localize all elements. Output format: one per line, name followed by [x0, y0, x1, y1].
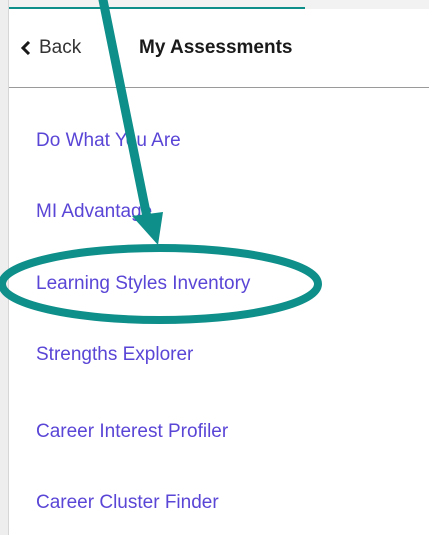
- menu-item-career-cluster-finder[interactable]: Career Cluster Finder: [36, 491, 219, 515]
- back-button[interactable]: Back: [39, 36, 81, 60]
- menu-item-mi-advantage[interactable]: MI Advantage: [36, 200, 152, 224]
- menu-item-career-interest-profiler[interactable]: Career Interest Profiler: [36, 420, 228, 444]
- panel-header: Back My Assessments: [9, 9, 429, 88]
- menu-item-learning-styles-inventory[interactable]: Learning Styles Inventory: [36, 272, 250, 296]
- left-gutter: [0, 0, 9, 535]
- menu-item-strengths-explorer[interactable]: Strengths Explorer: [36, 343, 193, 367]
- page-title: My Assessments: [139, 37, 293, 58]
- assessments-panel: Back My Assessments Do What You Are MI A…: [9, 9, 429, 535]
- menu-item-do-what-you-are[interactable]: Do What You Are: [36, 129, 181, 153]
- chevron-left-icon[interactable]: [19, 41, 33, 55]
